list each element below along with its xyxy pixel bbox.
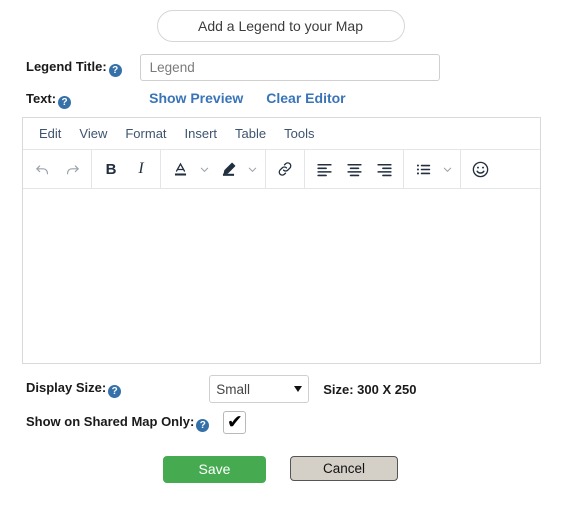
bold-icon[interactable]: B [96,154,126,184]
undo-icon[interactable] [27,154,57,184]
text-label: Text:? [26,91,72,109]
display-size-label: Display Size:? [26,380,122,398]
legend-title-row: Legend Title:? [0,54,561,81]
align-left-icon[interactable] [309,154,339,184]
menu-item-insert[interactable]: Insert [177,124,226,143]
text-row: Text:? Show Preview Clear Editor [0,90,561,109]
menu-item-format[interactable]: Format [117,124,174,143]
toolbar-group-align [305,150,404,188]
save-button[interactable]: Save [163,456,266,483]
help-icon[interactable]: ? [108,385,122,398]
size-note: Size: 300 X 250 [323,381,417,397]
toolbar-group-style: B I [92,150,161,188]
align-right-icon[interactable] [369,154,399,184]
shared-map-checkbox[interactable]: ✔ [223,411,247,434]
shared-map-label: Show on Shared Map Only:? [26,413,210,432]
legend-title-label: Legend Title:? [26,59,122,77]
shared-map-label-text: Show on Shared Map Only: [26,413,195,429]
editor-toolbar: B I [23,150,540,189]
legend-title-label-text: Legend Title: [26,58,107,74]
legend-title-input[interactable] [139,54,440,81]
menu-item-tools[interactable]: Tools [276,124,322,143]
redo-icon[interactable] [57,154,87,184]
menu-item-table[interactable]: Table [227,124,274,143]
toolbar-group-link [266,150,305,188]
help-icon[interactable]: ? [196,418,210,432]
chevron-down-icon[interactable] [243,154,261,184]
chevron-down-icon[interactable] [195,154,213,184]
editor-content-area[interactable] [23,189,540,363]
text-label-text: Text: [26,91,57,106]
toolbar-group-emoji [461,150,499,188]
bold-glyph: B [105,160,117,178]
italic-icon[interactable]: I [126,154,156,184]
footer-actions: Save Cancel [0,456,561,483]
align-center-icon[interactable] [339,154,369,184]
editor-links: Show Preview Clear Editor [149,90,346,106]
menu-item-view[interactable]: View [71,124,115,143]
help-icon[interactable]: ? [58,96,72,109]
display-size-label-text: Display Size: [26,380,107,395]
add-legend-bar: Add a Legend to your Map [0,0,561,42]
emoji-icon[interactable] [465,154,495,184]
display-size-selected-value: Small [216,381,250,397]
rich-text-editor: Edit View Format Insert Table Tools B I [22,117,541,364]
toolbar-group-history [23,150,92,188]
toolbar-group-list [404,150,461,188]
toolbar-group-color [161,150,266,188]
clear-editor-link[interactable]: Clear Editor [266,90,345,106]
bullet-list-icon[interactable] [408,154,438,184]
menu-item-edit[interactable]: Edit [31,124,69,143]
chevron-down-icon [294,386,303,392]
show-preview-link[interactable]: Show Preview [149,90,243,106]
italic-glyph: I [138,160,144,177]
add-legend-button[interactable]: Add a Legend to your Map [156,10,405,42]
display-size-row: Display Size:? Small Size: 300 X 250 [0,375,561,403]
cancel-button[interactable]: Cancel [290,456,398,481]
display-size-select[interactable]: Small [209,375,310,403]
help-icon[interactable]: ? [108,63,122,77]
editor-menubar: Edit View Format Insert Table Tools [23,118,540,150]
text-color-icon[interactable] [165,154,195,184]
chevron-down-icon[interactable] [438,154,456,184]
shared-map-row: Show on Shared Map Only:? ✔ [0,411,561,434]
link-icon[interactable] [270,154,300,184]
check-icon: ✔ [226,411,243,433]
highlight-color-icon[interactable] [213,154,243,184]
